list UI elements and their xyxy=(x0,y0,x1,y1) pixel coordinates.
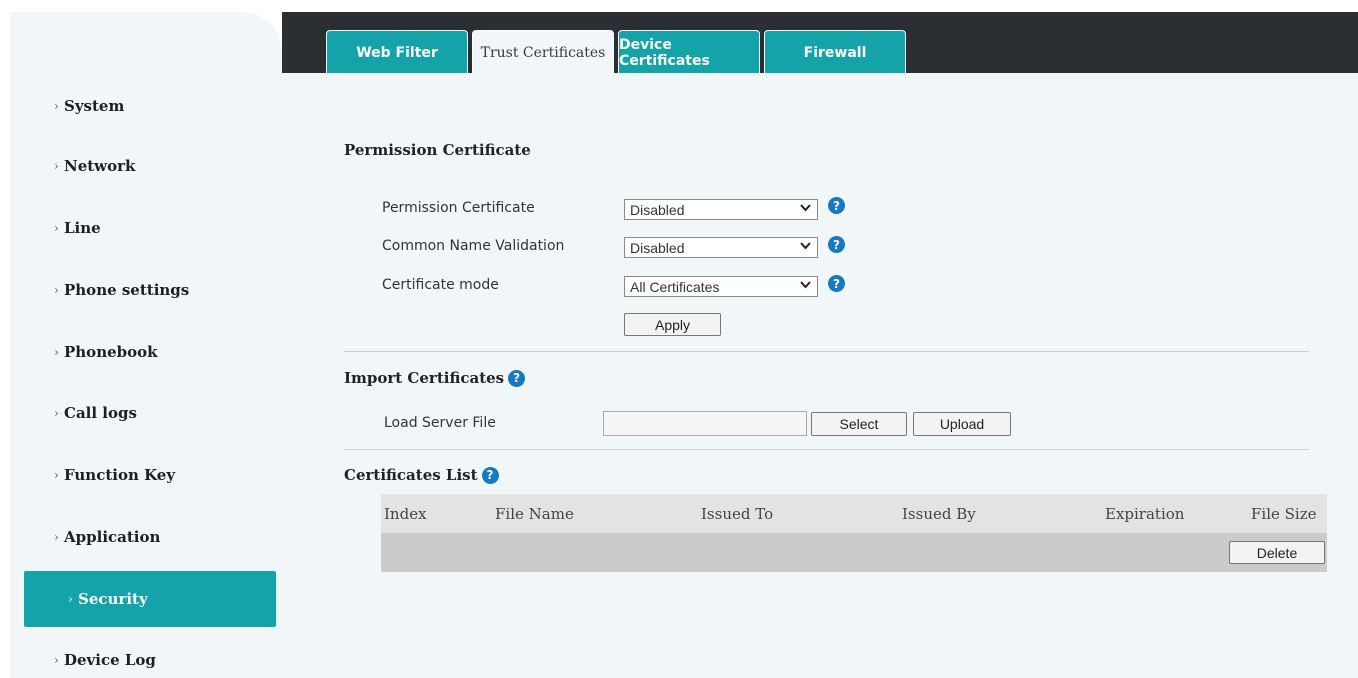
permission-section-title: Permission Certificate xyxy=(344,141,531,159)
sidebar-item-application[interactable]: › Application xyxy=(24,509,276,565)
sidebar: › System › Network › Line › Phone settin… xyxy=(10,12,282,678)
tab-bar: Web Filter Trust Certificates Device Cer… xyxy=(326,30,906,74)
tab-firewall[interactable]: Firewall xyxy=(764,30,906,74)
chevron-down-icon xyxy=(800,240,811,254)
certificate-mode-select[interactable]: All Certificates xyxy=(624,276,818,297)
sidebar-item-label: Device Log xyxy=(64,651,156,669)
server-file-input[interactable] xyxy=(603,411,807,436)
chevron-right-icon: › xyxy=(54,468,59,482)
chevron-right-icon: › xyxy=(54,653,59,667)
divider xyxy=(344,449,1309,450)
column-header-index: Index xyxy=(384,505,427,523)
sidebar-item-system[interactable]: › System xyxy=(24,78,276,134)
table-header: Index File Name Issued To Issued By Expi… xyxy=(381,494,1327,533)
certificates-list-title: Certificates List ? xyxy=(344,466,499,484)
tab-device-certificates[interactable]: Device Certificates xyxy=(618,30,760,74)
column-header-expiration: Expiration xyxy=(1105,505,1185,523)
column-header-issued-to: Issued To xyxy=(701,505,774,523)
sidebar-item-network[interactable]: › Network xyxy=(24,138,276,194)
upload-button[interactable]: Upload xyxy=(913,412,1011,436)
sidebar-item-label: Security xyxy=(78,590,148,608)
sidebar-item-phone-settings[interactable]: › Phone settings xyxy=(24,262,276,318)
delete-button[interactable]: Delete xyxy=(1229,541,1325,564)
chevron-right-icon: › xyxy=(68,592,73,606)
sidebar-item-function-key[interactable]: › Function Key xyxy=(24,447,276,503)
select-value: All Certificates xyxy=(630,278,720,295)
main-panel: Permission Certificate Permission Certif… xyxy=(282,73,1358,678)
chevron-right-icon: › xyxy=(54,221,59,235)
sidebar-item-label: System xyxy=(64,97,125,115)
column-header-file-name: File Name xyxy=(495,505,574,523)
import-section-title: Import Certificates ? xyxy=(344,369,526,387)
sidebar-item-label: Phonebook xyxy=(64,343,158,361)
table-row: Delete xyxy=(381,533,1327,572)
help-icon[interactable]: ? xyxy=(481,466,499,484)
help-icon[interactable]: ? xyxy=(828,236,845,253)
column-header-file-size: File Size xyxy=(1251,505,1317,523)
sidebar-item-phonebook[interactable]: › Phonebook xyxy=(24,324,276,380)
import-section-label: Import Certificates xyxy=(344,369,505,387)
tab-web-filter[interactable]: Web Filter xyxy=(326,30,468,74)
certificate-mode-label: Certificate mode xyxy=(382,277,499,293)
sidebar-item-label: Phone settings xyxy=(64,281,190,299)
common-name-validation-label: Common Name Validation xyxy=(382,238,565,254)
sidebar-item-device-log[interactable]: › Device Log xyxy=(24,632,276,678)
sidebar-item-label: Application xyxy=(64,528,161,546)
common-name-validation-select[interactable]: Disabled xyxy=(624,237,818,258)
column-header-issued-by: Issued By xyxy=(902,505,976,523)
load-server-file-label: Load Server File xyxy=(384,415,496,431)
sidebar-item-label: Call logs xyxy=(64,404,137,422)
sidebar-item-call-logs[interactable]: › Call logs xyxy=(24,385,276,441)
help-icon[interactable]: ? xyxy=(828,275,845,292)
apply-button[interactable]: Apply xyxy=(624,313,721,336)
sidebar-item-label: Line xyxy=(64,219,101,237)
sidebar-item-line[interactable]: › Line xyxy=(24,200,276,256)
select-button[interactable]: Select xyxy=(811,412,907,436)
chevron-down-icon xyxy=(800,279,811,293)
chevron-right-icon: › xyxy=(54,159,59,173)
permission-certificate-label: Permission Certificate xyxy=(382,200,535,216)
certificates-list-label: Certificates List xyxy=(344,466,478,484)
chevron-right-icon: › xyxy=(54,283,59,297)
tab-trust-certificates[interactable]: Trust Certificates xyxy=(472,30,614,74)
chevron-right-icon: › xyxy=(54,345,59,359)
certificates-table: Index File Name Issued To Issued By Expi… xyxy=(381,494,1327,572)
permission-certificate-select[interactable]: Disabled xyxy=(624,199,818,220)
help-icon[interactable]: ? xyxy=(828,197,845,214)
select-value: Disabled xyxy=(630,239,685,256)
sidebar-item-security[interactable]: › Security xyxy=(24,571,276,627)
chevron-right-icon: › xyxy=(54,406,59,420)
chevron-down-icon xyxy=(800,202,811,216)
sidebar-item-label: Function Key xyxy=(64,466,176,484)
help-icon[interactable]: ? xyxy=(508,369,526,387)
select-value: Disabled xyxy=(630,201,685,218)
sidebar-item-label: Network xyxy=(64,157,136,175)
divider xyxy=(344,351,1309,352)
chevron-right-icon: › xyxy=(54,99,59,113)
chevron-right-icon: › xyxy=(54,530,59,544)
